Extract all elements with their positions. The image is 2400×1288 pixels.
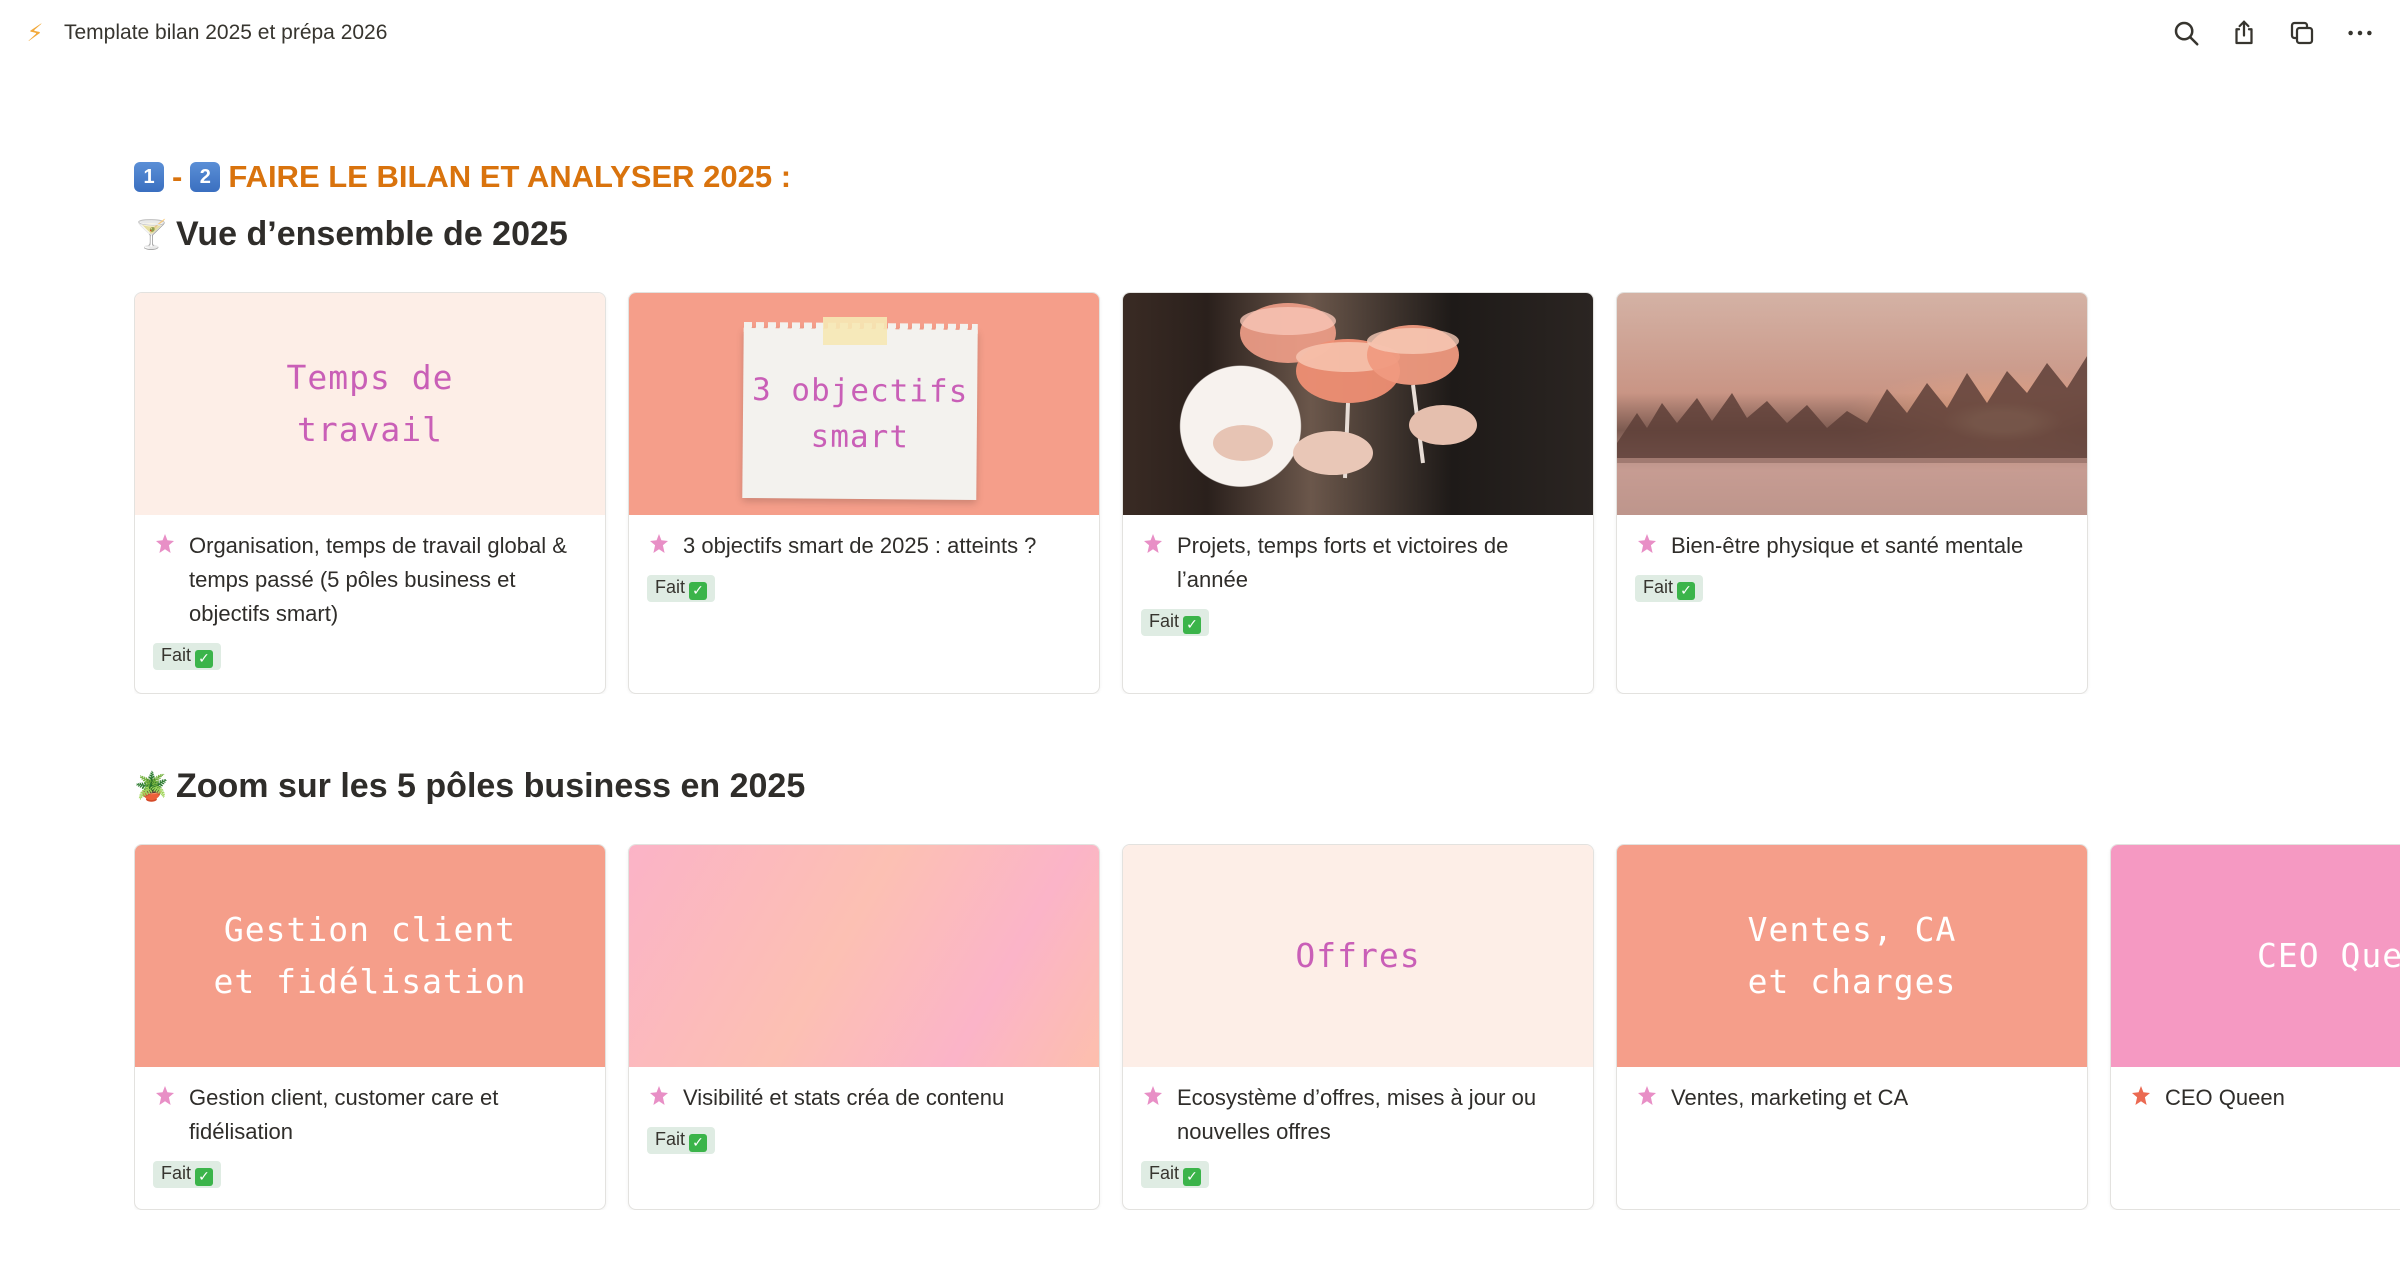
zoom-gallery: Gestion client et fidélisation Gestion c…	[134, 844, 2400, 1210]
status-badge: Fait ✓	[647, 575, 716, 602]
status-badge: Fait ✓	[1141, 1161, 1210, 1188]
page-breadcrumb[interactable]: ⚡ Template bilan 2025 et prépa 2026	[22, 19, 388, 48]
gallery-card[interactable]: 3 objectifs smart 3 objectifs smart de 2…	[628, 292, 1100, 694]
check-icon: ✓	[1183, 1167, 1202, 1186]
share-button[interactable]	[2226, 15, 2262, 51]
check-icon: ✓	[1183, 615, 1202, 634]
card-cover: Gestion client et fidélisation	[135, 845, 605, 1067]
forest-sunrise-photo-cover	[1617, 293, 2087, 515]
card-title: Organisation, temps de travail global & …	[189, 533, 567, 626]
overview-heading: 🍸 Vue d’ensemble de 2025	[134, 204, 2400, 264]
section-heading: 1 - 2 FAIRE LE BILAN ET ANALYSER 2025 :	[134, 150, 2400, 204]
cocktail-glasses-image	[1213, 303, 1477, 479]
card-title: Ecosystème d’offres, mises à jour ou nou…	[1177, 1085, 1537, 1144]
overview-title: Vue d’ensemble de 2025	[176, 214, 568, 253]
card-title: Gestion client, customer care et fidélis…	[189, 1085, 499, 1144]
cover-text: Ventes, CA et charges	[1747, 910, 1957, 1001]
gradient-cover	[629, 845, 1099, 1067]
topbar-actions	[2168, 15, 2378, 51]
gallery-card[interactable]: Projets, temps forts et victoires de l’a…	[1122, 292, 1594, 694]
check-icon: ✓	[195, 1167, 214, 1186]
cover-text: 3 objectifs smart	[751, 372, 969, 456]
pink-star-icon	[156, 534, 174, 553]
lightning-icon: ⚡	[26, 19, 44, 47]
check-icon: ✓	[689, 1133, 708, 1152]
check-icon: ✓	[689, 581, 708, 600]
cover-text: Temps de travail	[286, 358, 454, 449]
gallery-card[interactable]: Ventes, CA et charges Ventes, marketing …	[1616, 844, 2088, 1210]
duplicate-icon	[2290, 21, 2314, 45]
check-icon: ✓	[195, 649, 214, 668]
card-title: Visibilité et stats créa de contenu	[683, 1085, 1005, 1110]
card-cover: Temps de travail	[135, 293, 605, 515]
pink-star-icon	[1638, 1086, 1656, 1105]
card-title: Bien-être physique et santé mentale	[1671, 533, 2024, 558]
share-icon	[2235, 20, 2253, 45]
zoom-heading: 🪴 Zoom sur les 5 pôles business en 2025	[134, 756, 2400, 816]
pink-star-icon	[156, 1086, 174, 1105]
section-title: FAIRE LE BILAN ET ANALYSER 2025 :	[228, 159, 792, 194]
tape-decoration	[823, 317, 887, 345]
more-options-button[interactable]	[2342, 15, 2378, 51]
cover-text: Offres	[1295, 936, 1421, 975]
cocktail-icon: 🍸	[134, 218, 169, 250]
card-title: 3 objectifs smart de 2025 : atteints ?	[683, 533, 1037, 558]
card-title: Ventes, marketing et CA	[1671, 1085, 1909, 1110]
status-badge: Fait ✓	[153, 643, 222, 670]
overview-gallery: Temps de travail Organisation, temps de …	[134, 292, 2400, 694]
check-icon: ✓	[1677, 581, 1696, 600]
status-badge: Fait ✓	[1141, 609, 1210, 636]
card-title: CEO Queen	[2165, 1085, 2285, 1110]
pink-star-icon	[650, 534, 668, 553]
party-photo-cover	[1123, 293, 1593, 515]
keycap-one-icon: 1	[134, 162, 164, 192]
card-cover: Ventes, CA et charges	[1617, 845, 2087, 1067]
cover-text: Gestion client et fidélisation	[213, 910, 527, 1001]
potted-plant-icon: 🪴	[134, 770, 169, 802]
search-button[interactable]	[2168, 15, 2204, 51]
gallery-card[interactable]: Gestion client et fidélisation Gestion c…	[134, 844, 606, 1210]
page-title-breadcrumb[interactable]: Template bilan 2025 et prépa 2026	[64, 21, 387, 45]
status-badge: Fait ✓	[153, 1161, 222, 1188]
gallery-card[interactable]: Visibilité et stats créa de contenu Fait…	[628, 844, 1100, 1210]
card-cover: CEO Queen	[2111, 845, 2400, 1067]
pink-star-icon	[1638, 534, 1656, 553]
status-badge: Fait ✓	[1635, 575, 1704, 602]
status-badge: Fait ✓	[647, 1127, 716, 1154]
paper-note-image: 3 objectifs smart	[742, 327, 978, 501]
more-icon	[2348, 30, 2372, 36]
red-star-icon	[2132, 1086, 2150, 1105]
gallery-card[interactable]: CEO Queen CEO Queen	[2110, 844, 2400, 1210]
card-cover: Offres	[1123, 845, 1593, 1067]
gallery-card[interactable]: Bien-être physique et santé mentale Fait…	[1616, 292, 2088, 694]
cover-text: CEO Queen	[2257, 936, 2400, 975]
page-content: 1 - 2 FAIRE LE BILAN ET ANALYSER 2025 : …	[134, 150, 2400, 1210]
gallery-card[interactable]: Offres Ecosystème d’offres, mises à jour…	[1122, 844, 1594, 1210]
heading-separator: -	[172, 159, 183, 194]
card-cover: 3 objectifs smart	[629, 293, 1099, 515]
top-bar: ⚡ Template bilan 2025 et prépa 2026	[0, 0, 2400, 66]
card-title: Projets, temps forts et victoires de l’a…	[1177, 533, 1509, 592]
search-icon	[2174, 21, 2199, 46]
pink-star-icon	[1144, 534, 1162, 553]
duplicate-button[interactable]	[2284, 15, 2320, 51]
pink-star-icon	[1144, 1086, 1162, 1105]
pink-star-icon	[650, 1086, 668, 1105]
gallery-card[interactable]: Temps de travail Organisation, temps de …	[134, 292, 606, 694]
forest-silhouette-image	[1617, 356, 2087, 515]
zoom-title: Zoom sur les 5 pôles business en 2025	[176, 766, 806, 805]
keycap-two-icon: 2	[190, 162, 221, 192]
